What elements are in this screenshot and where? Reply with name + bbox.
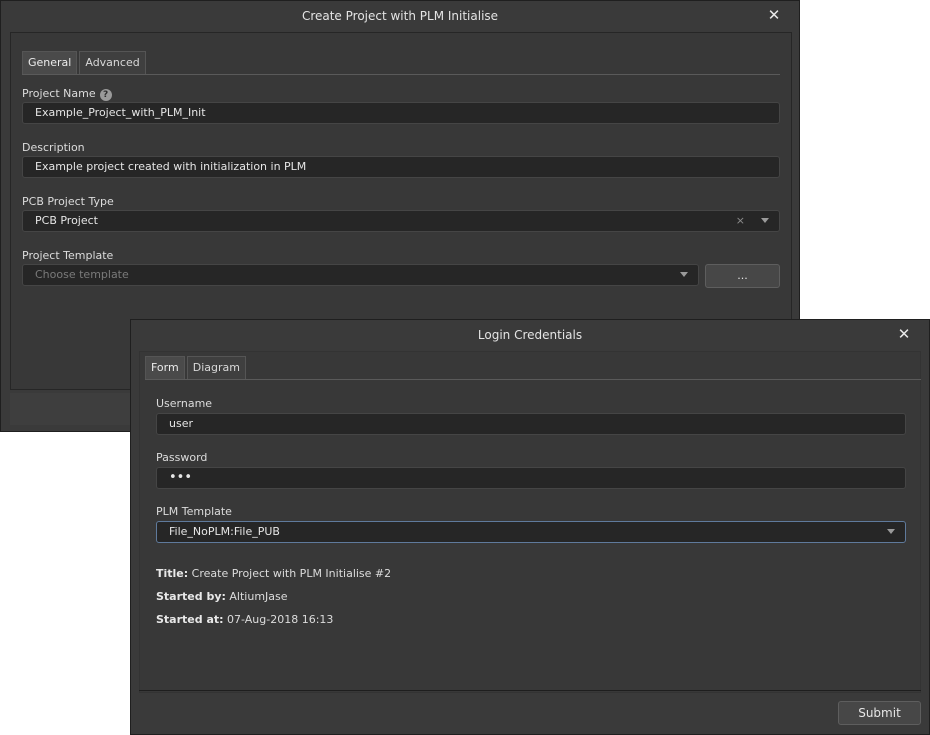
close-icon[interactable]: ✕ xyxy=(763,4,785,26)
info-started-by: Started by: AltiumJase xyxy=(156,590,288,603)
project-name-input[interactable]: Example_Project_with_PLM_Init xyxy=(22,102,780,124)
clear-icon[interactable]: × xyxy=(736,211,745,231)
login-credentials-dialog: Login Credentials ✕ Form Diagram Usernam… xyxy=(130,319,930,735)
browse-template-button[interactable]: ... xyxy=(705,264,780,288)
project-template-select[interactable] xyxy=(22,264,699,286)
help-icon[interactable]: ? xyxy=(99,89,112,101)
username-label: Username xyxy=(156,397,213,410)
tab-diagram[interactable]: Diagram xyxy=(186,356,246,379)
plm-template-select[interactable]: File_NoPLM:File_PUB xyxy=(156,521,906,543)
password-label: Password xyxy=(156,451,208,464)
tab-form[interactable]: Form xyxy=(145,356,185,379)
description-label: Description xyxy=(22,141,85,154)
project-name-label: Project Name? xyxy=(22,87,112,101)
login-tabs: Form Diagram xyxy=(145,356,246,379)
chevron-down-icon[interactable] xyxy=(680,272,688,277)
dialog-title: Create Project with PLM Initialise xyxy=(301,9,499,23)
tab-advanced[interactable]: Advanced xyxy=(79,51,146,74)
close-icon[interactable]: ✕ xyxy=(893,323,915,345)
password-input[interactable]: ••• xyxy=(156,467,906,489)
pcb-project-type-select[interactable]: PCB Project × xyxy=(22,210,780,232)
tab-divider xyxy=(22,74,780,75)
project-template-label: Project Template xyxy=(22,249,114,262)
main-tabs: General Advanced xyxy=(22,51,146,74)
description-input[interactable]: Example project created with initializat… xyxy=(22,156,780,178)
dialog-title: Login Credentials xyxy=(477,328,583,342)
chevron-down-icon[interactable] xyxy=(887,529,895,534)
info-started-at: Started at: 07-Aug-2018 16:13 xyxy=(156,613,334,626)
info-title: Title: Create Project with PLM Initialis… xyxy=(156,567,392,580)
footer-divider xyxy=(139,690,921,691)
plm-template-label: PLM Template xyxy=(156,505,232,518)
chevron-down-icon[interactable] xyxy=(761,218,769,223)
pcb-project-type-label: PCB Project Type xyxy=(22,195,114,208)
project-template-input[interactable] xyxy=(35,265,686,285)
submit-button[interactable]: Submit xyxy=(838,701,921,725)
tab-divider xyxy=(145,379,921,380)
tab-general[interactable]: General xyxy=(22,51,78,74)
username-input[interactable]: user xyxy=(156,413,906,435)
